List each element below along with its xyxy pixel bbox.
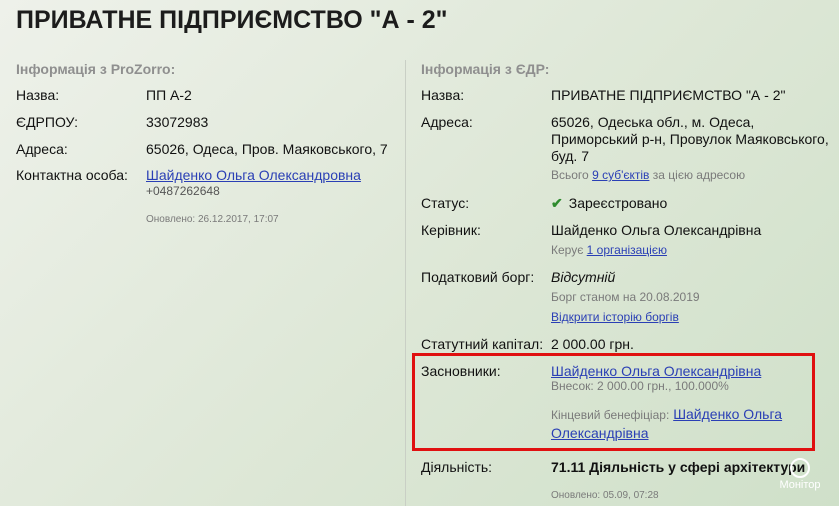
prozorro-name-value: ПП А-2: [146, 87, 192, 103]
edr-head-orgs-link[interactable]: 1 організацією: [587, 243, 667, 257]
edr-head-note-pre: Керує: [551, 243, 584, 257]
edr-address-note: Всього 9 суб'єктів за цією адресою: [551, 168, 745, 182]
edr-status-value: Зареєстровано: [568, 195, 668, 211]
prozorro-edrpou-value: 33072983: [146, 114, 209, 130]
monitor-watermark: Монітор: [770, 458, 830, 491]
edr-debt-value: Відсутній: [551, 269, 616, 285]
column-divider: [405, 60, 406, 506]
edr-debt-date: Борг станом на 20.08.2019: [551, 290, 700, 304]
edr-address-note-pre: Всього: [551, 168, 589, 182]
prozorro-address-label: Адреса:: [16, 141, 68, 157]
prozorro-edrpou-label: ЄДРПОУ:: [16, 114, 79, 130]
prozorro-contact-link[interactable]: Шайденко Ольга Олександровна: [146, 167, 361, 183]
edr-name-label: Назва:: [421, 87, 465, 103]
edr-beneficiary: Кінцевий бенефіціар: Шайденко Ольга Олек…: [551, 405, 801, 442]
edr-head-label: Керівник:: [421, 222, 481, 238]
edr-address-label: Адреса:: [421, 114, 473, 130]
prozorro-contact-label: Контактна особа:: [16, 167, 128, 183]
edr-same-address-link[interactable]: 9 суб'єктів: [592, 168, 649, 182]
prozorro-contact-phone: +0487262648: [146, 184, 220, 198]
edr-name-value: ПРИВАТНЕ ПІДПРИЄМСТВО "А - 2": [551, 87, 786, 103]
watermark-text: Монітор: [779, 479, 821, 491]
edr-activity-label: Діяльність:: [421, 459, 493, 475]
edr-capital-label: Статутний капітал:: [421, 336, 544, 352]
edr-activity-value: 71.11 Діяльність у сфері архітектури: [551, 459, 806, 475]
edr-status-label: Статус:: [421, 195, 470, 211]
edr-debt-label: Податковий борг:: [421, 269, 535, 285]
page-title: ПРИВАТНЕ ПІДПРИЄМСТВО "А - 2": [16, 6, 448, 34]
edr-address-value: 65026, Одеська обл., м. Одеса, Приморськ…: [551, 114, 829, 164]
prozorro-name-label: Назва:: [16, 87, 60, 103]
edr-updated: Оновлено: 05.09, 07:28: [551, 490, 659, 501]
prozorro-updated: Оновлено: 26.12.2017, 17:07: [146, 214, 279, 225]
edr-beneficiary-link-line1[interactable]: Шайденко Ольга: [673, 406, 782, 422]
edr-beneficiary-link-line2[interactable]: Олександрівна: [551, 425, 649, 441]
edr-status: ✔ Зареєстровано: [551, 195, 667, 212]
edr-debt-history-link[interactable]: Відкрити історію боргів: [551, 310, 679, 324]
edr-founder-share: Внесок: 2 000.00 грн., 100.000%: [551, 379, 729, 393]
edr-capital-value: 2 000.00 грн.: [551, 336, 634, 352]
prozorro-address-value: 65026, Одеса, Пров. Маяковського, 7: [146, 141, 388, 157]
edr-head-note: Керує 1 організацією: [551, 243, 667, 257]
watermark-logo-icon: [790, 458, 810, 478]
prozorro-heading: Інформація з ProZorro:: [16, 61, 176, 77]
edr-address-note-post: за цією адресою: [652, 168, 746, 182]
edr-founder-link[interactable]: Шайденко Ольга Олександрівна: [551, 363, 761, 379]
checkmark-icon: ✔: [551, 195, 563, 211]
edr-beneficiary-label: Кінцевий бенефіціар:: [551, 408, 670, 422]
edr-heading: Інформація з ЄДР:: [421, 61, 550, 77]
edr-founders-label: Засновники:: [421, 363, 501, 379]
edr-head-value: Шайденко Ольга Олександрівна: [551, 222, 762, 238]
